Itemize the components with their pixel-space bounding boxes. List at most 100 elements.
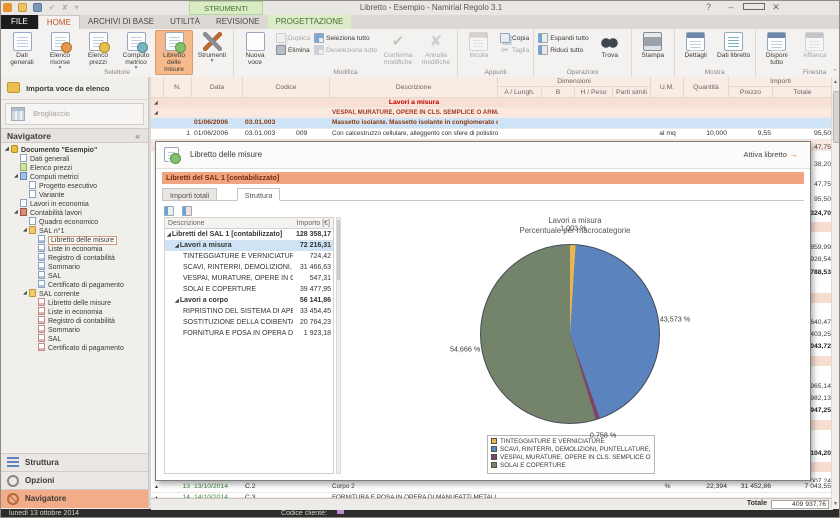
nuova-voce-button[interactable]: Nuova voce bbox=[236, 30, 274, 68]
tab-archivi-di-base[interactable]: ARCHIVI DI BASE bbox=[80, 15, 162, 29]
structure-row-tinteggiature-e-verniciature[interactable]: TINTEGGIATURE E VERNICIATURE724,42 bbox=[165, 251, 333, 262]
elimina-button[interactable]: Elimina bbox=[274, 44, 312, 56]
duplica-button[interactable]: Duplica bbox=[274, 32, 312, 44]
attiva-libretto-link[interactable]: Attiva libretto → bbox=[744, 149, 798, 159]
structure-row-libretti-del-sal-1-contabilizz[interactable]: ◢Libretti del SAL 1 [contabilizzato]128 … bbox=[165, 229, 333, 240]
sidebar-item-progetto-esecutivo[interactable]: Progetto esecutivo bbox=[1, 181, 148, 190]
tree-col-importo[interactable]: Importo [€] bbox=[291, 218, 333, 229]
tree-col-descrizione[interactable]: Descrizione bbox=[165, 218, 291, 229]
column-header-parti-simili[interactable]: Parti simili bbox=[613, 87, 651, 98]
dettagli-button[interactable]: Dettagli bbox=[677, 30, 715, 61]
seleziona-tutto-button[interactable]: Seleziona tutto bbox=[312, 32, 379, 44]
elenco-prezzi-button[interactable]: Elenco prezzi bbox=[79, 30, 117, 68]
scroll-up-icon[interactable]: ▲ bbox=[832, 79, 839, 85]
table-vertical-scrollbar[interactable]: ▲ ▼ bbox=[831, 77, 839, 509]
sidebar-item-contabilit-lavori[interactable]: ◢Contabilità lavori bbox=[1, 208, 148, 217]
sidebar-item-computi-metrici[interactable]: ◢Computi metrici bbox=[1, 172, 148, 181]
elenco-risorse-button[interactable]: Elenco risorse▾ bbox=[41, 30, 79, 74]
copia-button[interactable]: Copia bbox=[498, 32, 531, 44]
column-header-dimensioni[interactable]: Dimensioni bbox=[498, 77, 651, 87]
conferma-modifiche-button[interactable]: ✔Conferma modifiche bbox=[379, 30, 417, 68]
structure-row-vespai-murature-opere-in-cls[interactable]: VESPAI, MURATURE, OPERE IN CLS.547,31 bbox=[165, 273, 333, 284]
structure-row-lavori-a-corpo[interactable]: ◢Lavori a corpo56 141,86 bbox=[165, 295, 333, 306]
column-header-quantita[interactable]: Quantità bbox=[684, 77, 729, 98]
sidebar-button-navigatore[interactable]: Navigatore bbox=[1, 489, 148, 508]
sidebar-item-certificato-di-pagamento[interactable]: Certificato di pagamento bbox=[1, 343, 148, 352]
scrollbar-thumb[interactable] bbox=[833, 91, 840, 143]
importa-voce-button[interactable]: Importa voce da elenco bbox=[1, 79, 148, 100]
column-header-n[interactable]: N. bbox=[164, 77, 192, 98]
sidebar-item-sal[interactable]: SAL bbox=[1, 271, 148, 280]
tab-progettazione[interactable]: PROGETTAZIONE bbox=[268, 15, 352, 29]
deseleziona-tutto-button[interactable]: Deseleziona tutto bbox=[312, 44, 379, 56]
sidebar-item-libretto-delle-misure[interactable]: Libretto delle misure bbox=[1, 235, 148, 244]
collapse-all-icon[interactable] bbox=[182, 206, 192, 216]
column-header-b[interactable]: B bbox=[542, 87, 575, 98]
computo-metrico-button[interactable]: Computo metrico▾ bbox=[117, 30, 155, 74]
affianca-button[interactable]: Affianca bbox=[796, 30, 834, 61]
sidebar-item-sal[interactable]: SAL bbox=[1, 334, 148, 343]
sidebar-item-libretto-delle-misure[interactable]: Libretto delle misure bbox=[1, 298, 148, 307]
column-header-a-lungh[interactable]: A / Lungh. bbox=[498, 87, 542, 98]
column-header-importi[interactable]: Importi bbox=[729, 77, 833, 87]
sidebar-item-sommario[interactable]: Sommario bbox=[1, 325, 148, 334]
structure-row-ripristino-del-sistema-di-aper[interactable]: RIPRISTINO DEL SISTEMA DI APERTI.33 454,… bbox=[165, 306, 333, 317]
minimize-button[interactable]: – bbox=[721, 1, 741, 14]
tab-home[interactable]: HOME bbox=[38, 15, 80, 29]
collapse-panel-icon[interactable]: « bbox=[135, 129, 140, 143]
sidebar-item-registro-di-contabilit[interactable]: Registro di contabilità bbox=[1, 316, 148, 325]
espandi-tutto-button[interactable]: Espandi tutto bbox=[536, 32, 591, 44]
disponi-tutto-button[interactable]: Disponi tutto bbox=[758, 30, 796, 68]
annulla-modifiche-button[interactable]: ✘Annulla modifiche bbox=[417, 30, 455, 68]
sidebar-item-sal-corrente[interactable]: ◢SAL corrente bbox=[1, 289, 148, 298]
dati-generali-button[interactable]: Dati generali bbox=[3, 30, 41, 68]
riduci-tutto-button[interactable]: Riduci tutto bbox=[536, 44, 591, 56]
sidebar-button-struttura[interactable]: Struttura bbox=[1, 453, 148, 472]
stampa-button[interactable]: Stampa bbox=[634, 30, 672, 61]
column-header-descrizione[interactable]: Descrizione bbox=[330, 77, 498, 98]
dialog-tab-importi-totali[interactable]: Importi totali bbox=[162, 188, 217, 201]
sidebar-button-opzioni[interactable]: Opzioni bbox=[1, 471, 148, 490]
sidebar-item-certificato-di-pagamento[interactable]: Certificato di pagamento bbox=[1, 280, 148, 289]
save-icon[interactable] bbox=[33, 3, 42, 12]
quickaccess-menu-icon[interactable]: ▾ bbox=[75, 3, 79, 12]
trova-button[interactable]: Trova bbox=[591, 30, 629, 61]
restore-button[interactable] bbox=[743, 1, 763, 14]
scroll-down-icon[interactable]: ▼ bbox=[832, 501, 839, 507]
structure-row-fornitura-e-posa-in-opera-di-m[interactable]: FORNITURA E POSA IN OPERA DI MA1 923,18 bbox=[165, 328, 333, 339]
incolla-button[interactable]: Incolla bbox=[460, 30, 498, 61]
structure-row-solai-e-coperture[interactable]: SOLAI E COPERTURE39 477,95 bbox=[165, 284, 333, 295]
sidebar-item-lavori-in-economia[interactable]: Lavori in economia bbox=[1, 199, 148, 208]
column-header-data[interactable]: Data bbox=[192, 77, 243, 98]
sidebar-item-quadro-economico[interactable]: Quadro economico bbox=[1, 217, 148, 226]
column-header-codice[interactable]: Codice bbox=[243, 77, 330, 98]
open-icon[interactable] bbox=[18, 3, 27, 12]
column-header-um[interactable]: U.M. bbox=[651, 77, 684, 98]
column-header-totale[interactable]: Totale bbox=[773, 87, 833, 98]
sidebar-item-liste-in-economia[interactable]: Liste in economia bbox=[1, 307, 148, 316]
structure-row-lavori-a-misura[interactable]: ◢Lavori a misura72 216,31 bbox=[165, 240, 333, 251]
sidebar-item-sal-n-1[interactable]: ◢SAL n°1 bbox=[1, 226, 148, 235]
brogliaccio-button[interactable]: Brogliaccio bbox=[5, 103, 144, 125]
tree-scrollbar[interactable] bbox=[336, 217, 341, 474]
sidebar-item-registro-di-contabilit[interactable]: Registro di contabilità bbox=[1, 253, 148, 262]
sidebar-item-dati-generali[interactable]: Dati generali bbox=[1, 154, 148, 163]
sidebar-item-variante[interactable]: Variante bbox=[1, 190, 148, 199]
close-button[interactable]: ✕ bbox=[766, 1, 786, 14]
help-button[interactable]: ? bbox=[698, 1, 718, 14]
cambia-finestra-button[interactable]: Cambia finestra▾ bbox=[834, 30, 840, 74]
sidebar-item-liste-in-economia[interactable]: Liste in economia bbox=[1, 244, 148, 253]
expand-all-icon[interactable] bbox=[164, 206, 174, 216]
dati-libretto-button[interactable]: Dati libretto bbox=[715, 30, 753, 61]
sidebar-item-elenco-prezzi[interactable]: Elenco prezzi bbox=[1, 163, 148, 172]
structure-row-sostituzione-della-coibentazio[interactable]: SOSTITUZIONE DELLA COIBENTAZIO20 764,23 bbox=[165, 317, 333, 328]
panel-splitter[interactable] bbox=[149, 77, 151, 509]
tree-expander-icon[interactable]: ◢ bbox=[175, 243, 179, 249]
structure-row-scavi-rinterri-demolizioni-pu[interactable]: SCAVI, RINTERRI, DEMOLIZIONI, PU31 466,6… bbox=[165, 262, 333, 273]
tree-expander-icon[interactable]: ◢ bbox=[167, 232, 171, 238]
tab-revisione[interactable]: REVISIONE bbox=[208, 15, 268, 29]
strumenti-button[interactable]: Strumenti▾ bbox=[193, 30, 231, 67]
dialog-tab-struttura[interactable]: Struttura bbox=[237, 188, 281, 201]
tab-file[interactable]: FILE bbox=[1, 15, 38, 29]
column-header-prezzo[interactable]: Prezzo bbox=[729, 87, 773, 98]
